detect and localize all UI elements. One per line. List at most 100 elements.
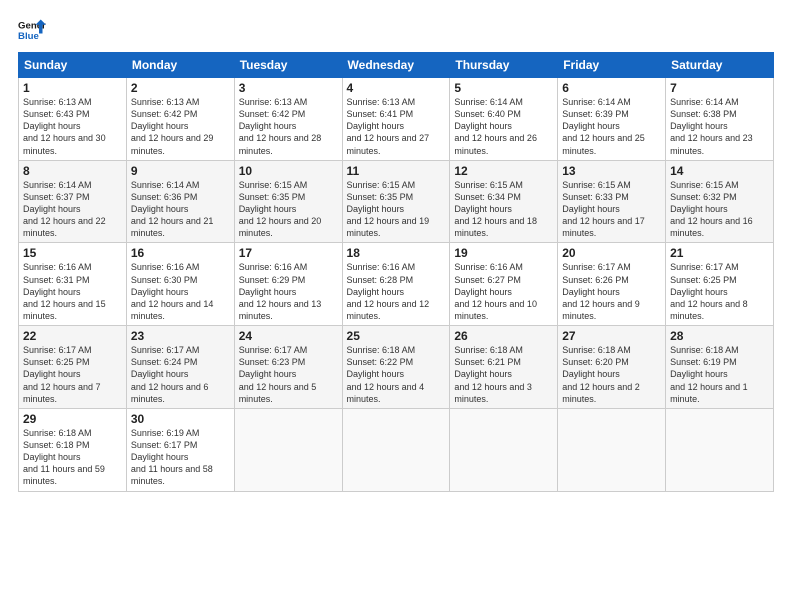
day-number: 11	[347, 164, 446, 178]
day-cell: 17 Sunrise: 6:16 AMSunset: 6:29 PMDayligh…	[234, 243, 342, 326]
day-number: 29	[23, 412, 122, 426]
day-detail: Sunrise: 6:17 AMSunset: 6:26 PMDaylight …	[562, 262, 640, 321]
day-detail: Sunrise: 6:17 AMSunset: 6:25 PMDaylight …	[670, 262, 748, 321]
day-number: 27	[562, 329, 661, 343]
day-number: 17	[239, 246, 338, 260]
day-number: 2	[131, 81, 230, 95]
day-detail: Sunrise: 6:13 AMSunset: 6:42 PMDaylight …	[239, 97, 322, 156]
day-number: 14	[670, 164, 769, 178]
day-cell: 30Sunrise: 6:19 AMSunset: 6:17 PMDayligh…	[126, 408, 234, 491]
week-row-3: 15 Sunrise: 6:16 AMSunset: 6:31 PMDayligh…	[19, 243, 774, 326]
day-detail: Sunrise: 6:14 AMSunset: 6:39 PMDaylight …	[562, 97, 645, 156]
day-cell: 2 Sunrise: 6:13 AMSunset: 6:42 PMDaylight…	[126, 78, 234, 161]
day-cell: 12 Sunrise: 6:15 AMSunset: 6:34 PMDayligh…	[450, 160, 558, 243]
header-row: SundayMondayTuesdayWednesdayThursdayFrid…	[19, 53, 774, 78]
day-cell: 15 Sunrise: 6:16 AMSunset: 6:31 PMDayligh…	[19, 243, 127, 326]
day-number: 21	[670, 246, 769, 260]
day-cell	[342, 408, 450, 491]
day-cell: 21 Sunrise: 6:17 AMSunset: 6:25 PMDayligh…	[666, 243, 774, 326]
logo: General Blue	[18, 16, 46, 44]
day-cell: 28Sunrise: 6:18 AMSunset: 6:19 PMDayligh…	[666, 326, 774, 409]
day-detail: Sunrise: 6:13 AMSunset: 6:41 PMDaylight …	[347, 97, 430, 156]
day-detail: Sunrise: 6:14 AMSunset: 6:40 PMDaylight …	[454, 97, 537, 156]
logo-icon: General Blue	[18, 16, 46, 44]
day-number: 3	[239, 81, 338, 95]
day-cell	[558, 408, 666, 491]
day-cell: 6 Sunrise: 6:14 AMSunset: 6:39 PMDaylight…	[558, 78, 666, 161]
day-cell: 20 Sunrise: 6:17 AMSunset: 6:26 PMDayligh…	[558, 243, 666, 326]
day-cell	[234, 408, 342, 491]
day-number: 16	[131, 246, 230, 260]
day-detail: Sunrise: 6:15 AMSunset: 6:33 PMDaylight …	[562, 180, 645, 239]
day-cell: 27 Sunrise: 6:18 AMSunset: 6:20 PMDayligh…	[558, 326, 666, 409]
day-cell	[666, 408, 774, 491]
day-number: 1	[23, 81, 122, 95]
svg-text:Blue: Blue	[18, 31, 39, 42]
day-detail: Sunrise: 6:18 AMSunset: 6:22 PMDaylight …	[347, 345, 425, 404]
day-cell: 8 Sunrise: 6:14 AMSunset: 6:37 PMDaylight…	[19, 160, 127, 243]
day-detail: Sunrise: 6:17 AMSunset: 6:24 PMDaylight …	[131, 345, 209, 404]
day-number: 22	[23, 329, 122, 343]
day-number: 18	[347, 246, 446, 260]
day-cell: 11 Sunrise: 6:15 AMSunset: 6:35 PMDayligh…	[342, 160, 450, 243]
col-header-monday: Monday	[126, 53, 234, 78]
day-number: 19	[454, 246, 553, 260]
col-header-tuesday: Tuesday	[234, 53, 342, 78]
col-header-sunday: Sunday	[19, 53, 127, 78]
day-cell: 4 Sunrise: 6:13 AMSunset: 6:41 PMDaylight…	[342, 78, 450, 161]
day-detail: Sunrise: 6:15 AMSunset: 6:35 PMDaylight …	[239, 180, 322, 239]
day-detail: Sunrise: 6:16 AMSunset: 6:28 PMDaylight …	[347, 262, 430, 321]
day-number: 15	[23, 246, 122, 260]
day-cell: 23 Sunrise: 6:17 AMSunset: 6:24 PMDayligh…	[126, 326, 234, 409]
day-detail: Sunrise: 6:18 AMSunset: 6:20 PMDaylight …	[562, 345, 640, 404]
day-detail: Sunrise: 6:17 AMSunset: 6:25 PMDaylight …	[23, 345, 101, 404]
day-detail: Sunrise: 6:15 AMSunset: 6:35 PMDaylight …	[347, 180, 430, 239]
page: General Blue SundayMondayTuesdayWednesda…	[0, 0, 792, 612]
week-row-5: 29 Sunrise: 6:18 AMSunset: 6:18 PMDayligh…	[19, 408, 774, 491]
day-cell: 5 Sunrise: 6:14 AMSunset: 6:40 PMDaylight…	[450, 78, 558, 161]
day-detail: Sunrise: 6:18 AMSunset: 6:21 PMDaylight …	[454, 345, 532, 404]
day-cell: 9Sunrise: 6:14 AMSunset: 6:36 PMDaylight…	[126, 160, 234, 243]
week-row-2: 8 Sunrise: 6:14 AMSunset: 6:37 PMDaylight…	[19, 160, 774, 243]
day-number: 26	[454, 329, 553, 343]
day-detail: Sunrise: 6:19 AMSunset: 6:17 PMDaylight …	[131, 428, 213, 487]
day-cell: 3 Sunrise: 6:13 AMSunset: 6:42 PMDaylight…	[234, 78, 342, 161]
day-number: 7	[670, 81, 769, 95]
day-detail: Sunrise: 6:16 AMSunset: 6:29 PMDaylight …	[239, 262, 322, 321]
day-cell: 25 Sunrise: 6:18 AMSunset: 6:22 PMDayligh…	[342, 326, 450, 409]
week-row-1: 1 Sunrise: 6:13 AMSunset: 6:43 PMDaylight…	[19, 78, 774, 161]
day-cell: 26 Sunrise: 6:18 AMSunset: 6:21 PMDayligh…	[450, 326, 558, 409]
day-number: 24	[239, 329, 338, 343]
day-detail: Sunrise: 6:18 AMSunset: 6:18 PMDaylight …	[23, 428, 105, 487]
day-number: 5	[454, 81, 553, 95]
day-detail: Sunrise: 6:16 AMSunset: 6:27 PMDaylight …	[454, 262, 537, 321]
day-detail: Sunrise: 6:16 AMSunset: 6:30 PMDaylight …	[131, 262, 214, 321]
day-cell: 16 Sunrise: 6:16 AMSunset: 6:30 PMDayligh…	[126, 243, 234, 326]
day-detail: Sunrise: 6:14 AMSunset: 6:37 PMDaylight …	[23, 180, 106, 239]
day-cell: 19 Sunrise: 6:16 AMSunset: 6:27 PMDayligh…	[450, 243, 558, 326]
day-cell: 29 Sunrise: 6:18 AMSunset: 6:18 PMDayligh…	[19, 408, 127, 491]
day-detail: Sunrise: 6:13 AMSunset: 6:42 PMDaylight …	[131, 97, 214, 156]
week-row-4: 22 Sunrise: 6:17 AMSunset: 6:25 PMDayligh…	[19, 326, 774, 409]
day-number: 12	[454, 164, 553, 178]
day-detail: Sunrise: 6:13 AMSunset: 6:43 PMDaylight …	[23, 97, 106, 156]
day-cell: 13Sunrise: 6:15 AMSunset: 6:33 PMDayligh…	[558, 160, 666, 243]
day-detail: Sunrise: 6:15 AMSunset: 6:34 PMDaylight …	[454, 180, 537, 239]
day-detail: Sunrise: 6:14 AMSunset: 6:38 PMDaylight …	[670, 97, 753, 156]
day-number: 6	[562, 81, 661, 95]
day-number: 20	[562, 246, 661, 260]
calendar-table: SundayMondayTuesdayWednesdayThursdayFrid…	[18, 52, 774, 492]
day-detail: Sunrise: 6:17 AMSunset: 6:23 PMDaylight …	[239, 345, 317, 404]
day-number: 23	[131, 329, 230, 343]
day-detail: Sunrise: 6:18 AMSunset: 6:19 PMDaylight …	[670, 345, 748, 404]
day-number: 10	[239, 164, 338, 178]
day-cell: 10 Sunrise: 6:15 AMSunset: 6:35 PMDayligh…	[234, 160, 342, 243]
day-number: 8	[23, 164, 122, 178]
day-number: 25	[347, 329, 446, 343]
day-number: 9	[131, 164, 230, 178]
day-cell: 24 Sunrise: 6:17 AMSunset: 6:23 PMDayligh…	[234, 326, 342, 409]
day-cell: 1 Sunrise: 6:13 AMSunset: 6:43 PMDaylight…	[19, 78, 127, 161]
day-number: 4	[347, 81, 446, 95]
day-detail: Sunrise: 6:16 AMSunset: 6:31 PMDaylight …	[23, 262, 106, 321]
day-cell: 7 Sunrise: 6:14 AMSunset: 6:38 PMDaylight…	[666, 78, 774, 161]
